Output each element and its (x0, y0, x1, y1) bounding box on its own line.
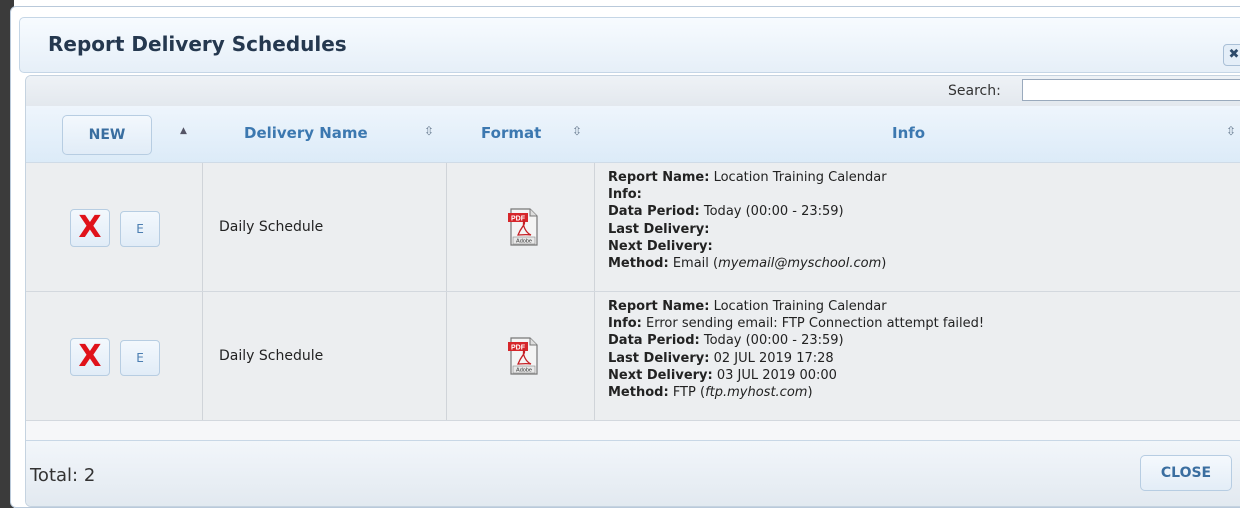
sort-icon[interactable]: ⇳ (1226, 124, 1236, 138)
dialog-titlebar: Report Delivery Schedules ✖ (19, 17, 1240, 73)
table-header: NEW ▲ Delivery Name ⇳ Format ⇳ Info ⇳ (26, 106, 1240, 163)
search-input[interactable] (1022, 79, 1240, 101)
search-label: Search: (948, 83, 1001, 99)
pdf-icon: PDF Adobe (508, 337, 538, 375)
delete-schedule-button[interactable]: X (70, 338, 110, 376)
delivery-name: Daily Schedule (219, 219, 324, 235)
svg-text:Adobe: Adobe (516, 239, 532, 245)
edit-schedule-button[interactable]: E (120, 340, 160, 376)
column-header-delivery-name[interactable]: Delivery Name (244, 124, 368, 142)
close-button[interactable]: CLOSE (1140, 455, 1232, 491)
table-row: X E Daily Schedule PDF Adobe Report Name… (26, 163, 1240, 292)
edit-schedule-button[interactable]: E (120, 211, 160, 247)
new-schedule-button[interactable]: NEW (62, 115, 152, 155)
pdf-icon: PDF Adobe (508, 208, 538, 246)
report-delivery-dialog: Report Delivery Schedules ✖ Search: NEW … (10, 6, 1240, 508)
schedules-panel: Search: NEW ▲ Delivery Name ⇳ Format ⇳ I… (25, 75, 1240, 507)
dialog-footer: Total: 2 CLOSE (26, 440, 1240, 506)
search-bar: Search: (26, 76, 1240, 107)
delete-schedule-button[interactable]: X (70, 209, 110, 247)
info-cell: Report Name: Location Training Calendar … (608, 170, 887, 272)
sort-asc-icon[interactable]: ▲ (180, 126, 187, 136)
dialog-title: Report Delivery Schedules (48, 32, 347, 56)
column-header-info[interactable]: Info (892, 124, 925, 142)
total-count: Total: 2 (30, 465, 96, 486)
delivery-name: Daily Schedule (219, 348, 324, 364)
close-icon[interactable]: ✖ (1223, 44, 1240, 66)
column-header-format[interactable]: Format (481, 124, 541, 142)
sort-icon[interactable]: ⇳ (572, 124, 582, 138)
info-cell: Report Name: Location Training Calendar … (608, 299, 985, 401)
table-row: X E Daily Schedule PDF Adobe Report Name… (26, 292, 1240, 421)
sort-icon[interactable]: ⇳ (424, 124, 434, 138)
svg-text:Adobe: Adobe (516, 368, 532, 374)
